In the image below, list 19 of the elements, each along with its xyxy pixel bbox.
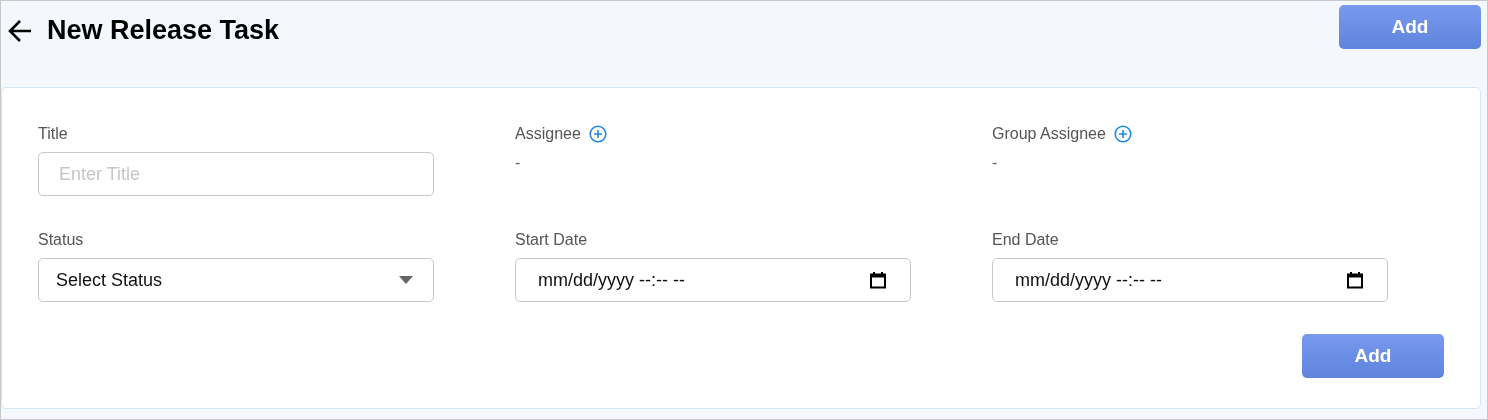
calendar-icon[interactable] [870,271,886,289]
assignee-value: - [515,153,522,172]
page-title: New Release Task [47,15,280,46]
caret-icon [399,276,413,284]
calendar-icon[interactable] [1347,271,1363,289]
assignee-value: - [992,153,999,172]
field-label: Title [38,125,68,143]
field-label: Group Assignee [992,125,1106,143]
date-input[interactable]: mm/dd/yyyy --:-- -- [515,258,911,302]
status-dropdown[interactable]: Select Status [38,258,434,302]
back-arrow-icon[interactable] [7,17,33,44]
add-icon[interactable] [588,125,607,143]
add-icon[interactable] [1113,125,1132,143]
field-label: Assignee [515,125,581,143]
field-label: Start Date [515,231,588,249]
date-input[interactable]: mm/dd/yyyy --:-- -- [992,258,1388,302]
title-input[interactable]: Enter Title [38,152,434,196]
field-label: End Date [992,231,1059,249]
field-label: Status [38,231,84,249]
